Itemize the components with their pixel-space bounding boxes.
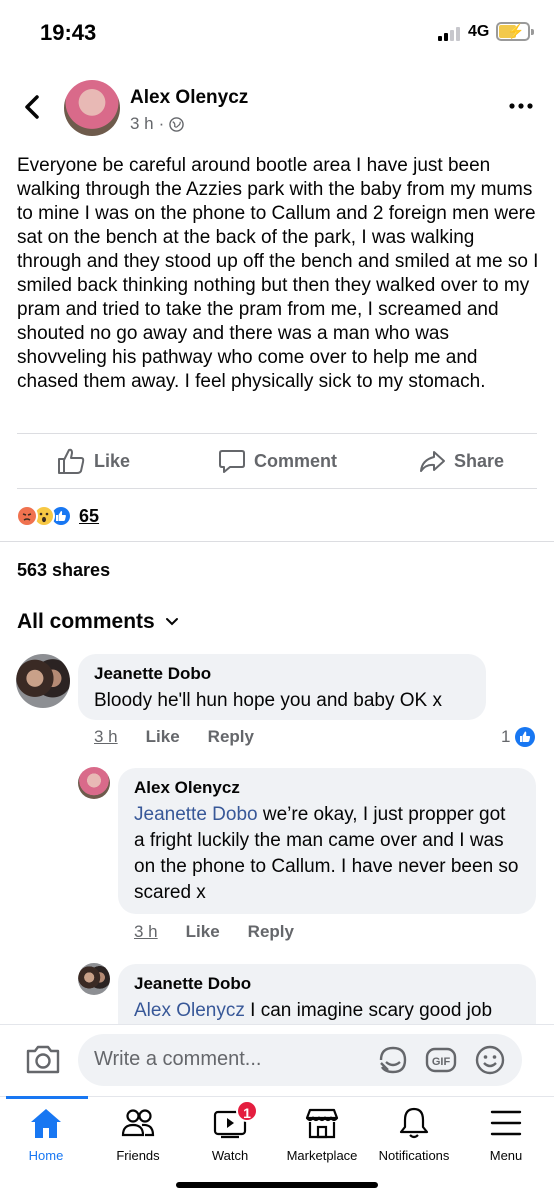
comment-like-button[interactable]: Like	[186, 922, 220, 942]
comments-filter[interactable]: All comments	[17, 610, 179, 634]
like-reaction-icon	[515, 727, 536, 747]
mention-link[interactable]: Jeanette Dobo	[134, 804, 258, 825]
comment-icon	[219, 450, 245, 473]
comment-author[interactable]: Jeanette Dobo	[134, 974, 520, 994]
emoji-icon[interactable]	[473, 1043, 507, 1077]
comment-time[interactable]: 3 h	[94, 727, 118, 747]
marketplace-icon	[305, 1108, 339, 1139]
status-bar: 19:43 4G ⚡	[0, 0, 554, 64]
post-meta: 3 h ·	[130, 114, 185, 134]
comment-bubble: Jeanette Dobo Bloody he'll hun hope you …	[78, 654, 486, 720]
comment-like-count[interactable]: 1	[501, 726, 536, 748]
nav-watch[interactable]: 1 Watch	[182, 1100, 278, 1166]
comment-label: Comment	[254, 450, 338, 471]
divider	[17, 433, 537, 434]
comment-text: Alex Olenycz I can imagine scary good jo…	[134, 1000, 493, 1021]
comment-author[interactable]: Jeanette Dobo	[94, 664, 470, 684]
svg-text:GIF: GIF	[432, 1056, 451, 1068]
comment-author[interactable]: Alex Olenycz	[134, 778, 520, 798]
active-tab-indicator	[6, 1096, 88, 1099]
nav-friends[interactable]: Friends	[90, 1106, 186, 1166]
share-label: Share	[454, 450, 505, 471]
commenter-avatar[interactable]	[78, 767, 110, 799]
post-text: Everyone be careful around bootle area I…	[17, 155, 539, 392]
signal-icon	[438, 27, 464, 41]
reaction-count[interactable]: 65	[79, 506, 99, 527]
comment-reply-button[interactable]: Reply	[208, 727, 254, 747]
comment-actions: 3 h Like Reply	[94, 727, 282, 747]
post-author[interactable]: Alex Olenycz	[130, 87, 248, 109]
author-avatar[interactable]	[64, 80, 120, 136]
camera-icon[interactable]	[25, 1043, 61, 1075]
comment-input-placeholder: Write a comment...	[94, 1048, 262, 1070]
bell-icon	[399, 1107, 429, 1139]
battery-icon: ⚡	[496, 22, 534, 41]
share-button[interactable]: Share	[418, 444, 504, 478]
nav-notifications[interactable]: Notifications	[366, 1106, 462, 1166]
comment-time[interactable]: 3 h	[134, 922, 158, 942]
network-type: 4G	[468, 23, 490, 40]
comment-text: Jeanette Dobo we’re okay, I just propper…	[134, 804, 519, 903]
mention-link[interactable]: Alex Olenycz	[134, 1000, 245, 1021]
section-divider	[0, 541, 554, 542]
nav-home[interactable]: Home	[0, 1106, 94, 1166]
comment-actions: 3 h Like Reply	[134, 922, 322, 942]
comment-like-button[interactable]: Like	[146, 727, 180, 747]
chevron-down-icon	[165, 618, 178, 626]
gif-icon[interactable]: GIF	[424, 1043, 458, 1077]
comment-text: Bloody he'll hun hope you and baby OK x	[94, 690, 442, 711]
comment-reply-button[interactable]: Reply	[248, 922, 294, 942]
reaction-summary[interactable]: 65	[16, 504, 99, 528]
back-arrow-icon[interactable]	[18, 92, 48, 122]
comments-filter-label: All comments	[17, 610, 155, 633]
globe-icon	[169, 116, 185, 132]
like-button[interactable]: Like	[56, 444, 130, 478]
watch-badge: 1	[236, 1100, 258, 1122]
nav-marketplace[interactable]: Marketplace	[274, 1106, 370, 1166]
share-icon	[420, 451, 445, 472]
avatar-sticker-icon[interactable]	[376, 1043, 410, 1077]
like-label: Like	[94, 450, 131, 471]
shares-count[interactable]: 563 shares	[17, 560, 110, 581]
home-indicator	[176, 1182, 378, 1188]
status-time: 19:43	[40, 20, 97, 45]
commenter-avatar[interactable]	[78, 963, 110, 995]
thumbs-up-icon	[58, 448, 85, 474]
divider	[17, 488, 537, 489]
menu-icon	[490, 1110, 522, 1136]
home-icon	[31, 1109, 61, 1138]
nav-menu[interactable]: Menu	[458, 1106, 554, 1166]
more-options-icon[interactable]	[508, 96, 534, 116]
friends-icon	[121, 1109, 155, 1137]
angry-reaction-icon	[16, 505, 38, 527]
post-time[interactable]: 3 h	[130, 114, 154, 134]
comment-button[interactable]: Comment	[218, 444, 337, 478]
commenter-avatar[interactable]	[16, 654, 70, 708]
comment-bubble: Alex Olenycz Jeanette Dobo we’re okay, I…	[118, 768, 536, 914]
